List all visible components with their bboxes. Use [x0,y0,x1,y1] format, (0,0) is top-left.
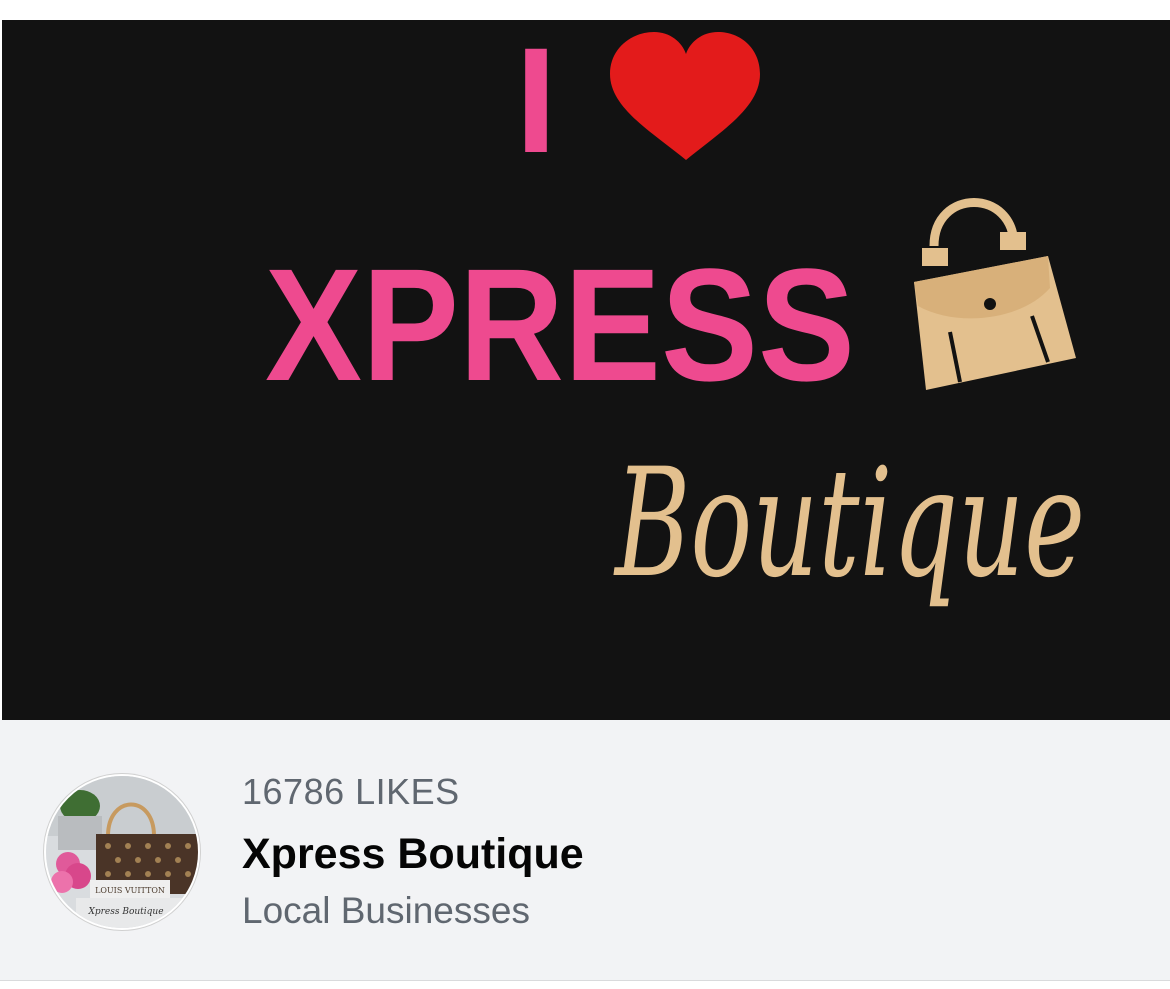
avatar-signature: Xpress Boutique [87,907,163,917]
page-category: Local Businesses [242,890,530,931]
bottom-strip [0,981,1170,989]
page-info-panel[interactable]: LOUIS VUITTON Xpress Boutique 16786 LIKE… [0,720,1170,981]
cover-xpress-word: XPRESS [265,235,855,414]
top-strip [0,0,1170,20]
cropped-text-fragment [262,0,298,4]
cover-boutique-word: Boutique [613,437,1085,611]
cover-letter-i: I [515,20,557,184]
cover-photo[interactable]: I XPRESS Boutique [2,20,1170,720]
page-name[interactable]: Xpress Boutique [242,830,584,878]
profile-photo[interactable]: LOUIS VUITTON Xpress Boutique [44,774,200,930]
likes-count: 16786 LIKES [242,771,460,812]
avatar-bag-label: LOUIS VUITTON [95,886,165,895]
